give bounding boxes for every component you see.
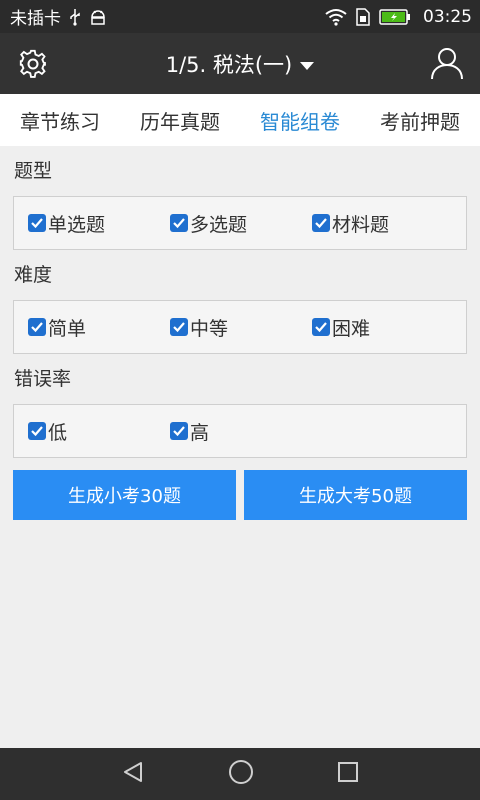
checkbox-checked-icon[interactable] bbox=[170, 422, 188, 440]
difficulty-options: 简单 中等 困难 bbox=[13, 300, 467, 354]
checkbox-checked-icon[interactable] bbox=[312, 318, 330, 336]
option-label: 低 bbox=[48, 421, 68, 444]
main-content: 题型 单选题 多选题 材料题 难度 简单 中等 困难 错误率 低 高 生成小考3… bbox=[0, 146, 480, 520]
option-single-choice[interactable]: 单选题 bbox=[28, 210, 170, 237]
checkbox-checked-icon[interactable] bbox=[170, 214, 188, 232]
option-label: 简单 bbox=[48, 317, 87, 340]
option-hard[interactable]: 困难 bbox=[312, 314, 454, 341]
system-nav-bar bbox=[0, 748, 480, 800]
page-title[interactable]: 1/5. 税法(一) bbox=[166, 49, 293, 79]
wifi-icon bbox=[325, 8, 347, 26]
option-label: 中等 bbox=[190, 317, 229, 340]
user-icon[interactable] bbox=[430, 46, 464, 80]
tab-past-exams[interactable]: 历年真题 bbox=[140, 106, 220, 135]
sim-icon bbox=[355, 7, 371, 26]
back-icon[interactable] bbox=[121, 760, 145, 788]
option-label: 单选题 bbox=[48, 213, 106, 236]
option-high[interactable]: 高 bbox=[170, 418, 312, 445]
action-buttons: 生成小考30题 生成大考50题 bbox=[13, 470, 467, 520]
option-medium[interactable]: 中等 bbox=[170, 314, 312, 341]
tab-bar: 章节练习 历年真题 智能组卷 考前押题 bbox=[0, 94, 480, 146]
gear-icon[interactable] bbox=[18, 49, 48, 79]
usb-icon bbox=[69, 8, 81, 26]
checkbox-checked-icon[interactable] bbox=[170, 318, 188, 336]
carrier-text: 未插卡 bbox=[10, 9, 61, 29]
home-icon[interactable] bbox=[228, 759, 254, 789]
android-icon bbox=[89, 8, 107, 26]
tab-chapter-practice[interactable]: 章节练习 bbox=[20, 106, 100, 135]
generate-big-exam-button[interactable]: 生成大考50题 bbox=[244, 470, 467, 520]
option-label: 材料题 bbox=[332, 213, 390, 236]
type-options: 单选题 多选题 材料题 bbox=[13, 196, 467, 250]
option-material-question[interactable]: 材料题 bbox=[312, 210, 454, 237]
option-label: 困难 bbox=[332, 317, 371, 340]
checkbox-checked-icon[interactable] bbox=[28, 214, 46, 232]
option-easy[interactable]: 简单 bbox=[28, 314, 170, 341]
option-multiple-choice[interactable]: 多选题 bbox=[170, 210, 312, 237]
status-bar: 未插卡 03:25 bbox=[0, 0, 480, 33]
app-header: 1/5. 税法(一) bbox=[0, 33, 480, 94]
battery-icon bbox=[379, 8, 411, 25]
section-label-error-rate: 错误率 bbox=[14, 368, 72, 390]
section-label-difficulty: 难度 bbox=[14, 264, 53, 286]
section-label-type: 题型 bbox=[14, 160, 53, 182]
checkbox-checked-icon[interactable] bbox=[312, 214, 330, 232]
checkbox-checked-icon[interactable] bbox=[28, 318, 46, 336]
generate-small-exam-button[interactable]: 生成小考30题 bbox=[13, 470, 236, 520]
option-label: 多选题 bbox=[190, 213, 248, 236]
recents-icon[interactable] bbox=[337, 761, 359, 787]
option-low[interactable]: 低 bbox=[28, 418, 170, 445]
tab-predicted-questions[interactable]: 考前押题 bbox=[380, 106, 460, 135]
chevron-down-icon[interactable] bbox=[300, 52, 315, 76]
checkbox-checked-icon[interactable] bbox=[28, 422, 46, 440]
clock: 03:25 bbox=[423, 6, 472, 27]
tab-smart-paper[interactable]: 智能组卷 bbox=[260, 106, 340, 135]
option-label: 高 bbox=[190, 421, 210, 444]
error-rate-options: 低 高 bbox=[13, 404, 467, 458]
